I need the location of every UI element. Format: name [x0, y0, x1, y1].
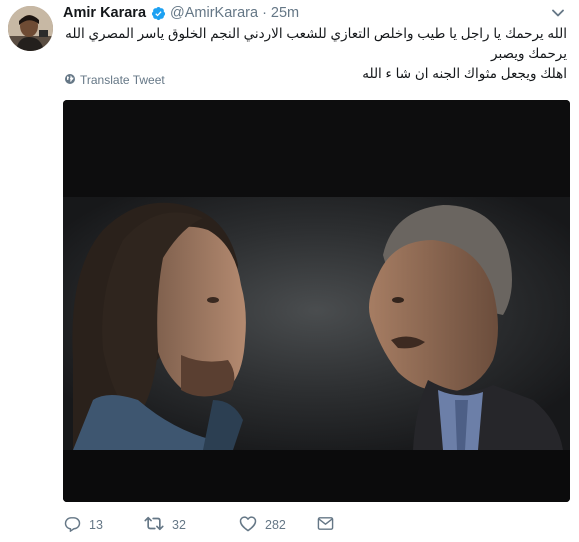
- envelope-icon: [317, 516, 334, 534]
- verified-badge-icon: [151, 6, 166, 21]
- header-separator: ·: [262, 5, 267, 21]
- author-name[interactable]: Amir Karara: [63, 5, 146, 21]
- tweet-card: Amir Karara @AmirKarara · 25m الله يرحمك…: [0, 0, 579, 542]
- translate-tweet-label: Translate Tweet: [80, 73, 165, 87]
- reply-icon: [64, 515, 81, 535]
- avatar[interactable]: [8, 6, 53, 51]
- heart-icon: [239, 515, 257, 535]
- author-handle[interactable]: @AmirKarara: [170, 5, 258, 21]
- like-button[interactable]: 282: [239, 515, 314, 535]
- direct-message-button[interactable]: [317, 516, 334, 534]
- like-count: 282: [265, 518, 286, 532]
- retweet-button[interactable]: 32: [144, 515, 225, 535]
- retweet-icon: [144, 515, 164, 535]
- translate-tweet-link[interactable]: Translate Tweet: [64, 71, 165, 89]
- tweet-header: Amir Karara @AmirKarara · 25m: [63, 4, 299, 22]
- globe-icon: [64, 73, 76, 88]
- reply-button[interactable]: 13: [64, 515, 127, 535]
- tweet-media-image[interactable]: [63, 100, 570, 502]
- reply-count: 13: [89, 518, 103, 532]
- chevron-down-icon[interactable]: [551, 6, 565, 20]
- tweet-text-line-1: الله يرحمك يا راجل يا طيب واخلص التعازي …: [65, 26, 567, 61]
- retweet-count: 32: [172, 518, 186, 532]
- tweet-timestamp[interactable]: 25m: [271, 5, 299, 21]
- tweet-actions: 13 32 282: [64, 515, 334, 535]
